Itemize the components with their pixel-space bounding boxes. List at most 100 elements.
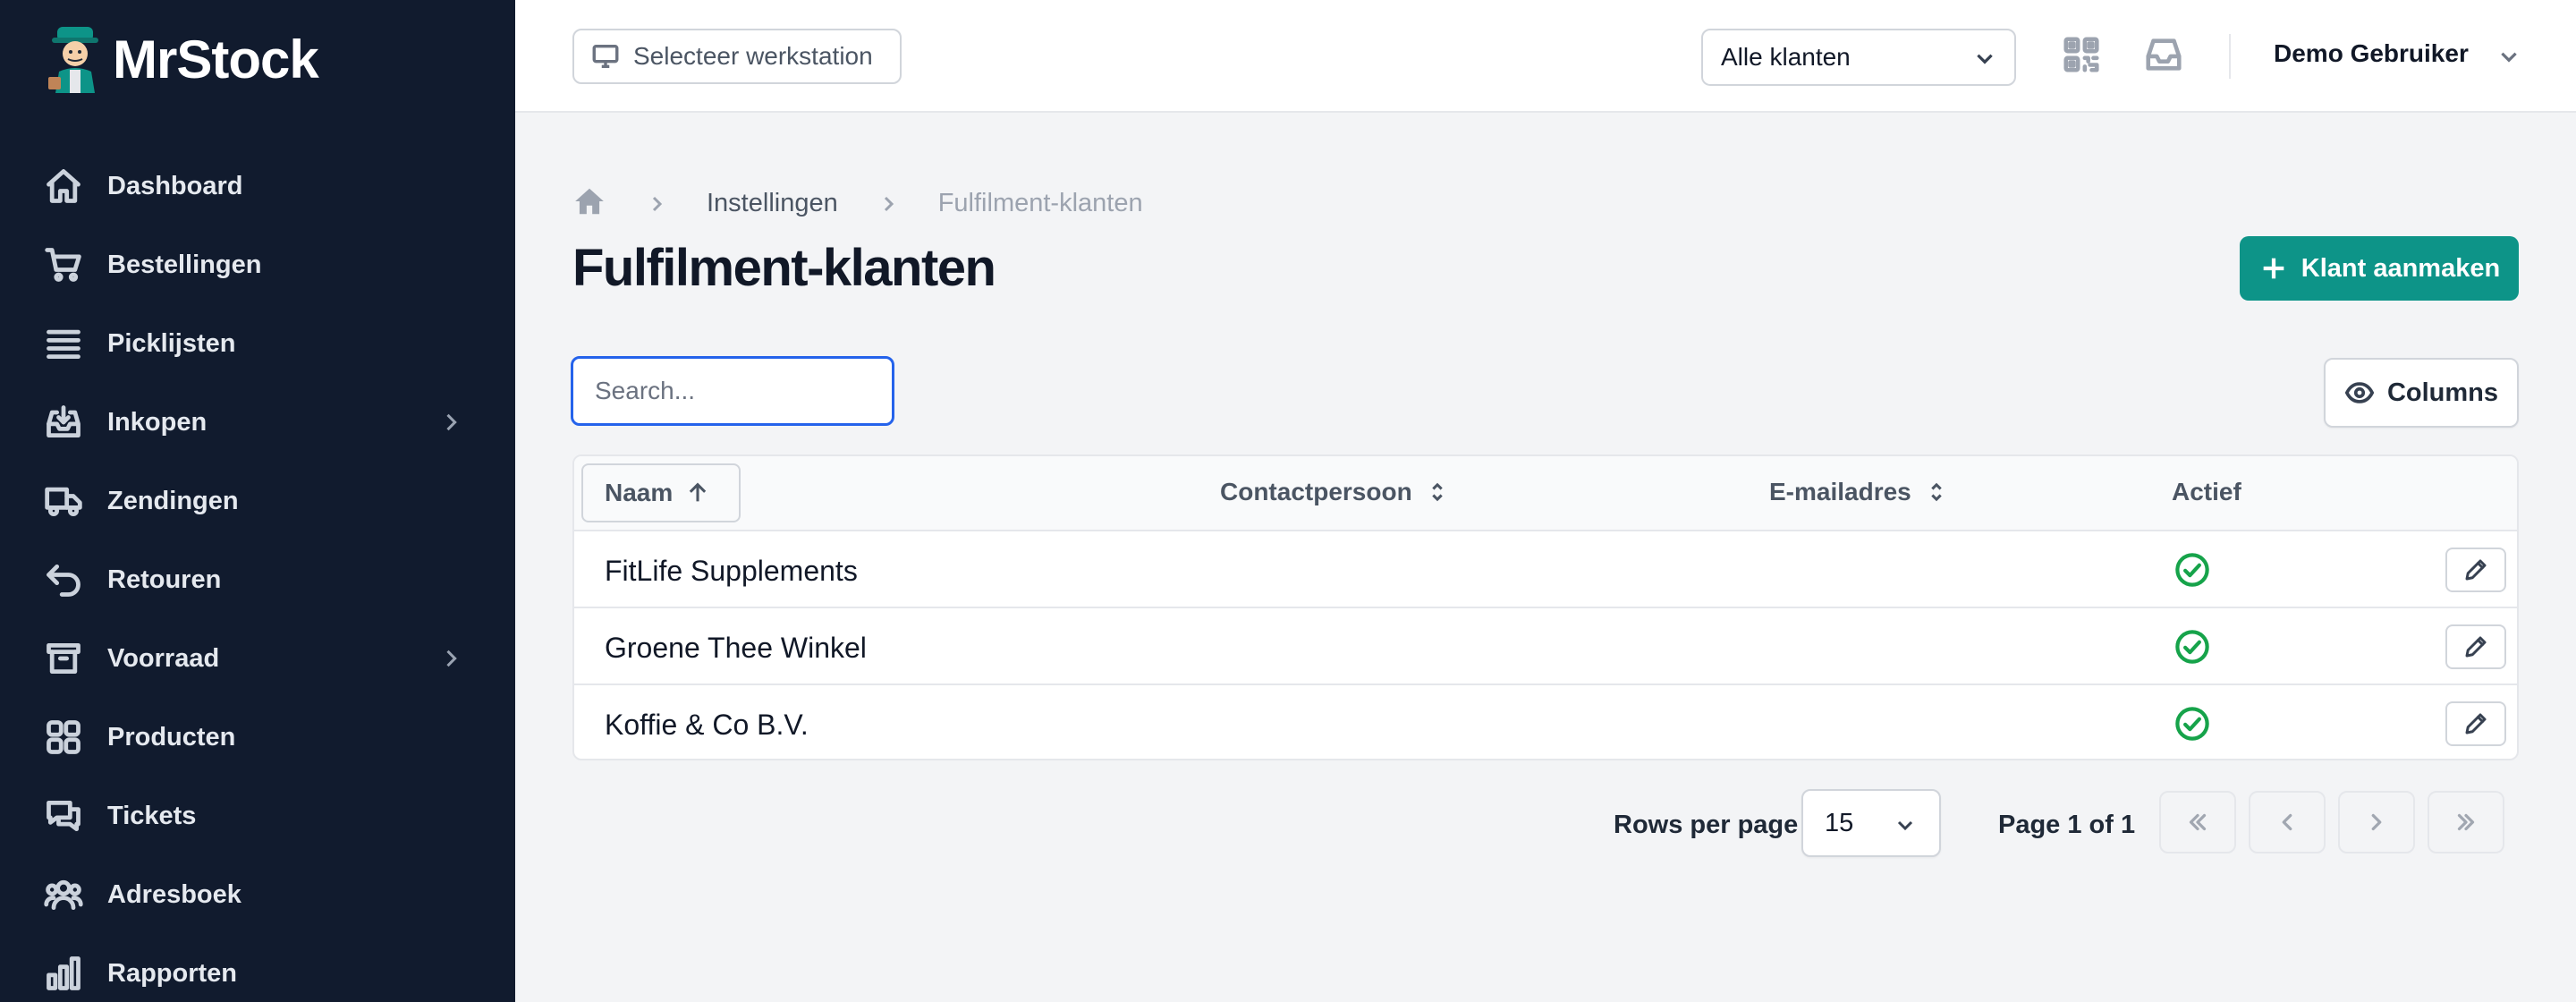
- edit-button[interactable]: [2445, 548, 2506, 592]
- topbar-divider: [2229, 34, 2231, 79]
- sidebar-item-dashboard[interactable]: Dashboard: [0, 147, 515, 225]
- page-info: Page 1 of 1: [1998, 811, 2136, 839]
- table-row[interactable]: Koffie & Co B.V.: [574, 685, 2517, 759]
- topbar: Selecteer werkstation Alle klanten Demo …: [515, 0, 2576, 113]
- sidebar-item-retouren[interactable]: Retouren: [0, 540, 515, 619]
- select-workstation-button[interactable]: Selecteer werkstation: [572, 29, 902, 84]
- rows-per-page-value: 15: [1825, 808, 1854, 837]
- user-menu-name[interactable]: Demo Gebruiker: [2274, 39, 2469, 68]
- sidebar-item-label: Producten: [107, 722, 236, 752]
- column-header-active-label: Actief: [2172, 478, 2241, 505]
- edit-button[interactable]: [2445, 624, 2506, 669]
- last-page-button[interactable]: [2428, 791, 2504, 853]
- table-row[interactable]: Groene Thee Winkel: [574, 608, 2517, 685]
- sort-chevrons-icon: [1431, 482, 1443, 502]
- page-title: Fulfilment-klanten: [572, 239, 996, 297]
- app-name: MrStock: [113, 29, 319, 89]
- chevron-down-icon[interactable]: [2497, 45, 2521, 68]
- chevron-right-icon: [2371, 813, 2382, 831]
- chevron-right-icon: [646, 193, 667, 215]
- sidebar-item-label: Voorraad: [107, 643, 220, 673]
- breadcrumb-current: Fulfilment-klanten: [937, 189, 1143, 217]
- sidebar-item-tickets[interactable]: Tickets: [0, 777, 515, 855]
- create-client-button[interactable]: Klant aanmaken: [2240, 236, 2519, 301]
- arrow-up-icon: [690, 482, 707, 502]
- sidebar-item-rapporten[interactable]: Rapporten: [0, 934, 515, 1002]
- sidebar-item-label: Bestellingen: [107, 250, 262, 279]
- sidebar-item-zendingen[interactable]: Zendingen: [0, 462, 515, 540]
- sidebar-item-inkopen[interactable]: Inkopen: [0, 383, 515, 462]
- sidebar-item-label: Zendingen: [107, 486, 239, 515]
- sort-by-name-button[interactable]: Naam: [581, 463, 741, 522]
- table-row[interactable]: FitLife Supplements: [574, 531, 2517, 608]
- home-icon[interactable]: [572, 184, 606, 223]
- sidebar-item-producten[interactable]: Producten: [0, 698, 515, 777]
- app-logo[interactable]: MrStock: [43, 23, 319, 95]
- sidebar-item-picklijsten[interactable]: Picklijsten: [0, 304, 515, 383]
- create-client-label: Klant aanmaken: [2301, 253, 2501, 283]
- column-header-name: Naam: [605, 479, 674, 506]
- inbox-icon: [2146, 38, 2182, 71]
- chevron-down-icon: [1897, 820, 1913, 831]
- sidebar-item-label: Tickets: [107, 801, 197, 830]
- search-input[interactable]: [571, 356, 894, 426]
- edit-button[interactable]: [2445, 701, 2506, 746]
- sort-by-contact-button[interactable]: Contactpersoon: [1220, 478, 1450, 506]
- sidebar-nav: Dashboard Bestellingen Picklijsten Inkop…: [0, 147, 515, 1002]
- client-filter-select[interactable]: Alle klanten: [1701, 29, 2016, 86]
- grid-icon: [43, 717, 84, 758]
- breadcrumb: Instellingen Fulfilment-klanten: [572, 184, 1143, 223]
- rows-per-page-label: Rows per page: [1614, 811, 1799, 839]
- return-arrow-icon: [43, 559, 84, 600]
- sidebar-item-voorraad[interactable]: Voorraad: [0, 619, 515, 698]
- sidebar-item-adresboek[interactable]: Adresboek: [0, 855, 515, 934]
- columns-button[interactable]: Columns: [2324, 358, 2519, 428]
- sidebar-item-label: Rapporten: [107, 958, 237, 988]
- sort-by-email-button[interactable]: E-mailadres: [1769, 478, 1949, 506]
- qr-code-icon: [2063, 37, 2099, 72]
- sidebar-item-bestellingen[interactable]: Bestellingen: [0, 225, 515, 304]
- sidebar-item-label: Picklijsten: [107, 328, 236, 358]
- sidebar-item-label: Adresboek: [107, 879, 242, 909]
- truck-icon: [43, 480, 84, 522]
- users-icon: [43, 874, 84, 915]
- breadcrumb-link-instellingen[interactable]: Instellingen: [707, 189, 838, 218]
- sidebar-item-label: Inkopen: [107, 407, 208, 437]
- cell-name: FitLife Supplements: [605, 555, 858, 587]
- cell-name: Koffie & Co B.V.: [605, 709, 809, 741]
- sort-chevrons-icon: [1931, 482, 1942, 502]
- chat-bubbles-icon: [43, 795, 84, 836]
- client-filter-value: Alle klanten: [1721, 43, 1851, 71]
- sidebar-item-label: Dashboard: [107, 171, 243, 200]
- previous-page-button[interactable]: [2249, 791, 2326, 853]
- column-header-active: Actief: [2172, 478, 2241, 506]
- qr-code-button[interactable]: [2061, 34, 2102, 75]
- chevrons-right-icon: [2457, 813, 2475, 831]
- chevron-down-icon: [1977, 54, 1993, 64]
- check-circle-icon: [2174, 551, 2211, 589]
- archive-box-icon: [43, 638, 84, 679]
- next-page-button[interactable]: [2338, 791, 2415, 853]
- select-workstation-label: Selecteer werkstation: [633, 42, 873, 70]
- chevron-right-icon: [438, 410, 463, 435]
- mascot-logo-icon: [48, 27, 98, 93]
- sidebar: MrStock Dashboard Bestellingen Picklijst…: [0, 0, 515, 1002]
- monitor-icon: [592, 44, 619, 69]
- chevron-right-icon: [438, 646, 463, 671]
- cell-name: Groene Thee Winkel: [605, 632, 867, 664]
- chevron-right-icon: [877, 193, 899, 215]
- first-page-button[interactable]: [2159, 791, 2236, 853]
- home-icon: [43, 166, 84, 207]
- check-circle-icon: [2174, 705, 2211, 743]
- table-header: Naam Contactpersoon E-mailadres Actief: [574, 456, 2517, 531]
- inbox-button[interactable]: [2143, 34, 2184, 75]
- sidebar-item-label: Retouren: [107, 565, 222, 594]
- pencil-icon: [2465, 559, 2487, 581]
- rows-per-page-select[interactable]: 15: [1801, 789, 1941, 857]
- inbox-download-icon: [43, 402, 84, 443]
- eye-icon: [2344, 382, 2375, 403]
- column-header-email: E-mailadres: [1769, 478, 1911, 505]
- pencil-icon: [2465, 713, 2487, 735]
- pencil-icon: [2465, 636, 2487, 658]
- bar-chart-icon: [43, 953, 84, 994]
